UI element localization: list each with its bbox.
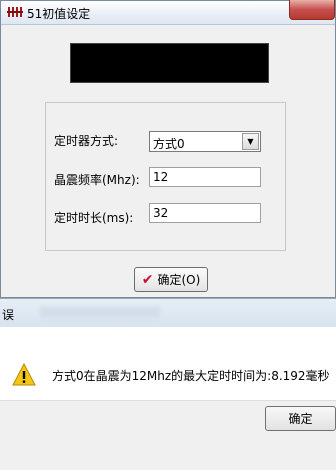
warning-icon — [12, 362, 36, 387]
result-display — [70, 43, 269, 83]
timer-mode-select[interactable]: 方式0 ▼ — [149, 131, 261, 152]
timer-mode-value: 方式0 — [153, 137, 185, 151]
main-dialog: 51初值设定 定时器方式: 方式0 ▼ 晶震频率(Mhz): 12 定时时长(m… — [0, 0, 336, 298]
app-icon — [7, 5, 23, 19]
chevron-down-icon[interactable]: ▼ — [242, 133, 259, 150]
window-title: 51初值设定 — [27, 7, 91, 21]
message-ok-button[interactable]: 确定 — [265, 406, 336, 431]
title-bar: 51初值设定 — [1, 0, 335, 25]
confirm-label: 确定(O) — [157, 273, 201, 287]
message-title-bar: 误 — [0, 299, 336, 327]
duration-input[interactable]: 32 — [149, 203, 261, 223]
message-text: 方式0在晶震为12Mhz的最大定时时间为:8.192毫秒 — [52, 369, 330, 383]
duration-label: 定时时长(ms): — [54, 211, 134, 225]
close-button[interactable] — [289, 0, 335, 20]
message-title: 误 — [2, 308, 15, 322]
checkmark-icon: ✔ — [141, 271, 154, 288]
crystal-freq-label: 晶震频率(Mhz): — [54, 173, 140, 187]
title-blur — [40, 307, 160, 317]
timer-mode-label: 定时器方式: — [54, 134, 119, 148]
confirm-button[interactable]: ✔ 确定(O) — [134, 267, 208, 292]
error-message-box: 误 方式0在晶震为12Mhz的最大定时时间为:8.192毫秒 确定 — [0, 298, 336, 470]
crystal-freq-input[interactable]: 12 — [149, 167, 261, 187]
